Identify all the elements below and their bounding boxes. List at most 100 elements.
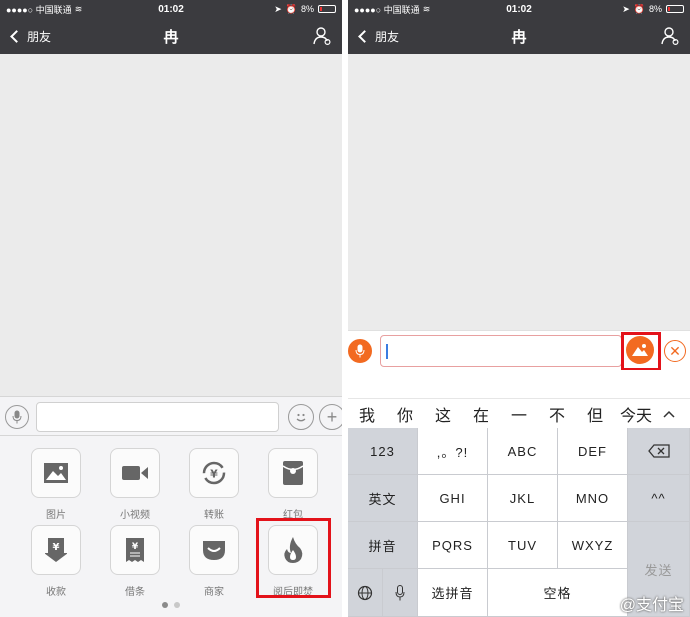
red-packet-icon — [282, 461, 304, 485]
back-button[interactable]: 朋友 — [10, 18, 52, 54]
chat-screen-left: ●●●●○ 中国联通 ≋ 01:02 ➤ ⏰ 8% 朋友 冉 + 图片 小视频 … — [0, 0, 342, 617]
emoji-button[interactable] — [288, 404, 314, 430]
key-tuv[interactable]: TUV — [488, 522, 558, 569]
alarm-icon: ⏰ — [633, 3, 645, 14]
candidate-word[interactable]: 我 — [348, 402, 386, 426]
close-button[interactable]: ✕ — [664, 340, 686, 362]
battery-icon — [666, 5, 684, 13]
candidate-word[interactable]: 不 — [538, 402, 576, 426]
video-icon — [122, 466, 148, 480]
key-def[interactable]: DEF — [558, 428, 628, 475]
tile-red-packet[interactable]: 红包 — [253, 448, 333, 521]
message-input[interactable] — [36, 402, 279, 432]
text-cursor — [386, 344, 388, 359]
page-dot — [174, 602, 180, 608]
key-select-pinyin[interactable]: 选拼音 — [418, 569, 488, 617]
backspace-key[interactable] — [628, 428, 690, 475]
back-label: 朋友 — [375, 29, 400, 44]
highlight-box — [621, 332, 661, 371]
highlight-box — [256, 518, 331, 598]
wifi-icon: ≋ — [422, 3, 431, 14]
plus-icon: + — [326, 406, 338, 427]
candidate-word[interactable]: 一 — [500, 402, 538, 426]
candidate-word[interactable]: 在 — [462, 402, 500, 426]
page-indicator — [0, 602, 342, 608]
key-emoticon[interactable]: ^^ — [628, 475, 690, 522]
status-bar: ●●●●○ 中国联通 ≋ 01:02 ➤ ⏰ 8% — [348, 0, 690, 18]
key-mno[interactable]: MNO — [558, 475, 628, 522]
key-abc[interactable]: ABC — [488, 428, 558, 475]
close-icon: ✕ — [669, 342, 681, 359]
carrier-text: ●●●●○ 中国联通 — [6, 4, 72, 15]
battery-percent: 8% — [300, 4, 314, 14]
expand-candidates-button[interactable] — [658, 405, 680, 423]
tile-merchant[interactable]: 商家 — [174, 525, 254, 598]
microphone-icon — [12, 410, 22, 424]
key-ghi[interactable]: GHI — [418, 475, 488, 522]
tile-label: 转账 — [204, 510, 224, 521]
voice-button[interactable] — [5, 405, 29, 429]
location-icon: ➤ — [622, 3, 630, 14]
alarm-icon: ⏰ — [285, 3, 297, 14]
key-pqrs[interactable]: PQRS — [418, 522, 488, 569]
chevron-left-icon — [358, 29, 371, 43]
chat-title: 冉 — [163, 28, 179, 46]
more-button[interactable]: + — [319, 404, 342, 430]
key-punctuation[interactable]: ,。?! — [418, 428, 488, 475]
back-label: 朋友 — [27, 29, 52, 44]
tile-transfer[interactable]: ¥ 转账 — [174, 448, 254, 521]
message-input[interactable] — [380, 335, 622, 367]
contact-profile-icon[interactable] — [660, 26, 680, 46]
key-wxyz[interactable]: WXYZ — [558, 522, 628, 569]
globe-key[interactable] — [348, 569, 383, 617]
status-bar: ●●●●○ 中国联通 ≋ 01:02 ➤ ⏰ 8% — [0, 0, 342, 18]
carrier-label: ●●●●○ 中国联通 ≋ — [354, 3, 622, 16]
chat-title: 冉 — [511, 28, 527, 46]
carrier-label: ●●●●○ 中国联通 ≋ — [6, 3, 274, 16]
tile-label: 收款 — [46, 587, 66, 598]
tile-iou[interactable]: ¥ 借条 — [95, 525, 175, 598]
carrier-text: ●●●●○ 中国联通 — [354, 4, 420, 15]
battery-icon — [318, 5, 336, 13]
location-icon: ➤ — [274, 3, 282, 14]
merchant-icon — [203, 541, 225, 560]
key-jkl[interactable]: JKL — [488, 475, 558, 522]
svg-text:¥: ¥ — [132, 542, 139, 552]
burn-input-bar: ✕ — [348, 330, 690, 371]
tile-label: 商家 — [204, 587, 224, 598]
more-functions-panel: 图片 小视频 ¥ 转账 红包 ¥ 收款 ¥ 借条 商家 阅后即焚 — [0, 436, 342, 617]
back-button[interactable]: 朋友 — [358, 18, 400, 54]
tile-label: 图片 — [46, 510, 66, 521]
tile-label: 小视频 — [120, 510, 150, 521]
candidate-word[interactable]: 你 — [386, 402, 424, 426]
globe-icon — [357, 585, 373, 600]
page-dot-active — [162, 602, 168, 608]
send-key[interactable]: 发送 — [628, 522, 690, 617]
candidate-word[interactable]: 今天 — [614, 402, 658, 426]
space-key[interactable]: 空格 — [488, 569, 628, 617]
tile-short-video[interactable]: 小视频 — [95, 448, 175, 521]
transfer-icon: ¥ — [202, 461, 226, 485]
tile-photos[interactable]: 图片 — [16, 448, 96, 521]
key-pinyin[interactable]: 拼音 — [348, 522, 418, 569]
receive-icon: ¥ — [45, 538, 67, 562]
tile-receive-money[interactable]: ¥ 收款 — [16, 525, 96, 598]
svg-text:¥: ¥ — [53, 542, 60, 553]
chevron-left-icon — [10, 29, 23, 43]
candidate-word[interactable]: 这 — [424, 402, 462, 426]
wifi-icon: ≋ — [74, 3, 83, 14]
contact-profile-icon[interactable] — [312, 26, 332, 46]
chat-input-bar: + — [0, 396, 342, 436]
chat-screen-right: ●●●●○ 中国联通 ≋ 01:02 ➤ ⏰ 8% 朋友 冉 ✕ 我 你 这 在… — [348, 0, 690, 617]
key-english[interactable]: 英文 — [348, 475, 418, 522]
candidate-word[interactable]: 但 — [576, 402, 614, 426]
dictation-key[interactable] — [383, 569, 418, 617]
svg-text:¥: ¥ — [210, 468, 218, 481]
chevron-up-icon — [663, 410, 675, 418]
pinyin-keyboard: 123 ,。?! ABC DEF 英文 GHI JKL MNO ^^ 拼音 PQ… — [348, 428, 690, 617]
backspace-icon — [647, 444, 670, 458]
key-123[interactable]: 123 — [348, 428, 418, 475]
microphone-icon — [395, 584, 405, 600]
candidate-bar: 我 你 这 在 一 不 但 今天 — [348, 398, 690, 428]
voice-button[interactable] — [348, 339, 372, 363]
